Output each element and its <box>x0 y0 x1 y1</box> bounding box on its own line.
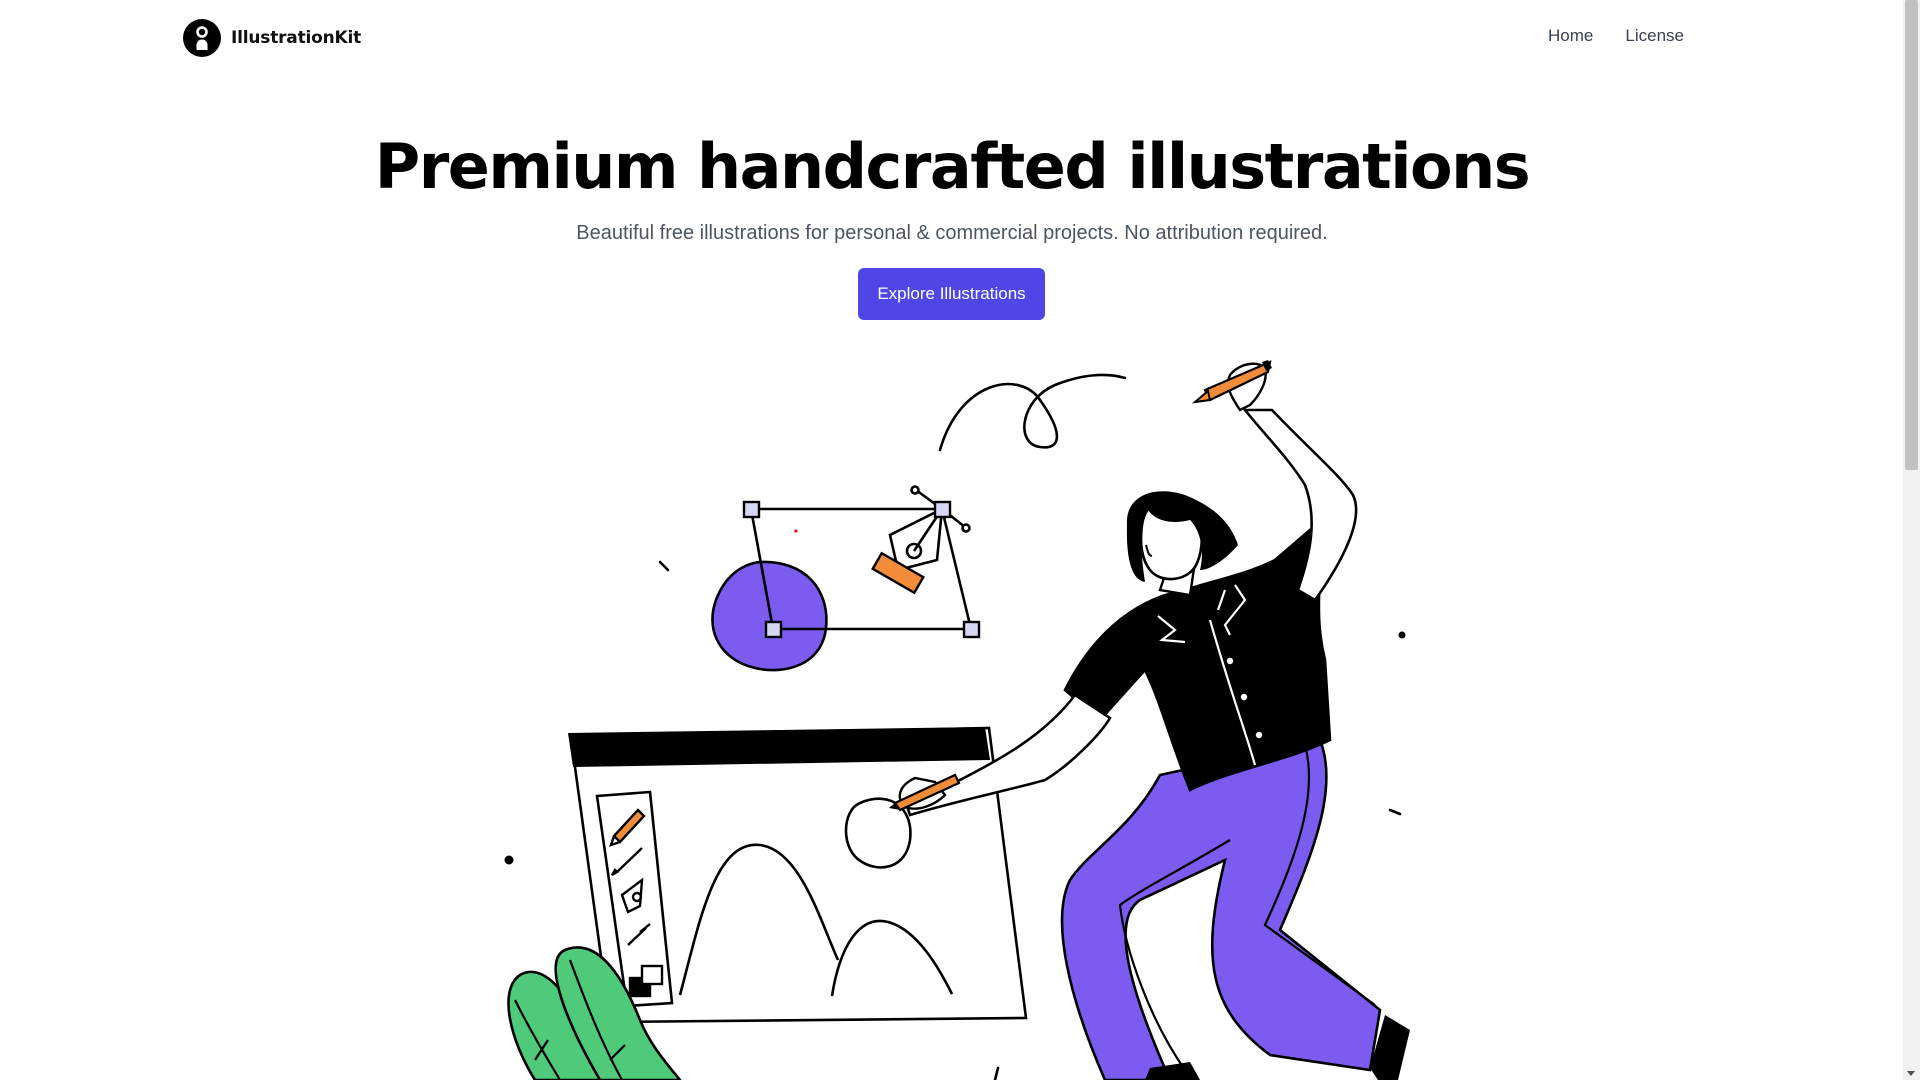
hero-subtitle: Beautiful free illustrations for persona… <box>576 222 1328 244</box>
nav-license-link[interactable]: License <box>1625 26 1684 46</box>
scroll-down-arrow-icon[interactable] <box>1907 1071 1915 1076</box>
site-header: IllustrationKit Home License <box>0 0 1900 76</box>
brand-name: IllustrationKit <box>231 28 362 48</box>
brand-link[interactable]: IllustrationKit <box>183 19 361 57</box>
explore-illustrations-button[interactable]: Explore Illustrations <box>858 268 1045 320</box>
brand-logo-icon <box>183 19 221 57</box>
scrollbar-thumb[interactable] <box>1905 0 1918 470</box>
nav-home-link[interactable]: Home <box>1548 26 1593 46</box>
main-nav: Home License <box>1548 26 1684 46</box>
page: IllustrationKit Home License Premium han… <box>0 0 1920 1080</box>
hero-title: Premium handcrafted illustrations <box>374 130 1531 203</box>
vertical-scrollbar[interactable] <box>1903 0 1920 1080</box>
